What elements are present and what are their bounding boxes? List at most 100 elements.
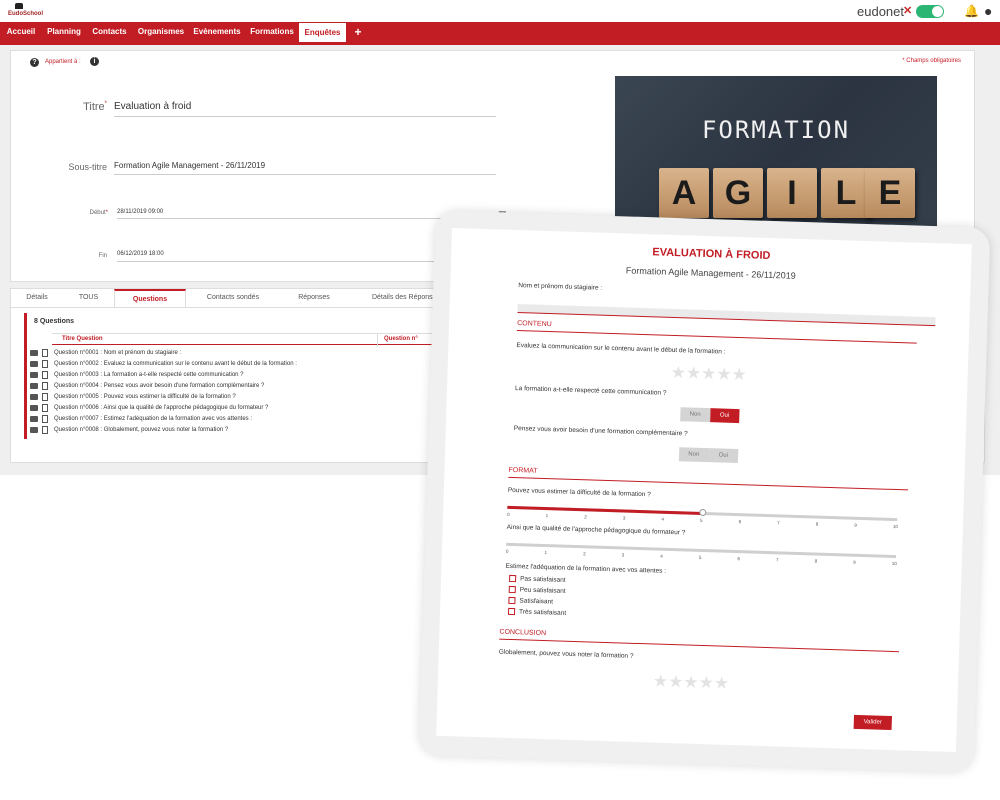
scale-tick: 1 [544, 550, 548, 556]
folder-icon [30, 372, 38, 378]
scale-tick: 9 [853, 559, 856, 565]
besoin-yes-no: Non Oui [678, 447, 739, 464]
note-rating-stars[interactable]: ★★★★★ [653, 671, 730, 693]
debut-label-text: Début [89, 210, 106, 216]
appartient-label: Appartient à : [45, 59, 81, 65]
checkbox[interactable] [509, 574, 517, 583]
question-title: Question n°0002 : Evaluez la communicati… [54, 361, 297, 367]
question-title: Question n°0006 : Ainsi que la qualité d… [54, 405, 269, 411]
section-divider [516, 330, 917, 344]
option-label: Très satisfaisant [518, 608, 567, 617]
communication-rating-stars[interactable]: ★★★★★ [670, 363, 747, 385]
sous-titre-label: Sous-titre [68, 162, 107, 172]
logo-text: EudoSchool [8, 11, 43, 17]
tab-questions[interactable]: Questions [114, 289, 186, 307]
app-logo[interactable]: EudoSchool [8, 3, 43, 20]
table-row[interactable]: Question n°0003 : La formation a-t-elle … [30, 370, 470, 381]
question-communication: Evaluez la communication sur le contenu … [516, 342, 726, 356]
option-pas-satisfaisant[interactable]: Pas satisfaisant [509, 574, 566, 584]
graduation-cap-icon [15, 3, 23, 9]
option-satisfaisant[interactable]: Satisfaisant [508, 596, 554, 606]
nav-tab-formations[interactable]: Formations [245, 22, 299, 42]
table-row[interactable]: Question n°0008 : Globalement, pouvez vo… [30, 425, 470, 436]
respect-yes-button[interactable]: Oui [709, 408, 740, 424]
option-tres-satisfaisant[interactable]: Très satisfaisant [507, 607, 567, 617]
table-row[interactable]: Question n°0004 : Pensez vous avoir beso… [30, 381, 470, 392]
letter-block: A [659, 168, 709, 218]
user-icon[interactable]: ● [984, 3, 992, 19]
debut-field[interactable]: 28/11/2019 09:00 [117, 209, 495, 219]
section-contenu: CONTENU [517, 320, 552, 329]
question-note: Globalement, pouvez vous noter la format… [498, 648, 634, 660]
tab-contacts-sondes[interactable]: Contacts sondés [193, 289, 273, 307]
difficulte-slider-handle[interactable] [699, 508, 707, 517]
info-icon[interactable]: i [90, 57, 99, 66]
nav-tab-organismes[interactable]: Organismes [133, 22, 189, 42]
nav-tab-enquetes[interactable]: Enquêtes [299, 23, 346, 42]
document-icon [42, 349, 48, 357]
nav-add-button[interactable]: + [348, 22, 368, 42]
scale-tick: 5 [698, 554, 702, 560]
scale-tick: 2 [584, 514, 587, 520]
table-row[interactable]: Question n°0007 : Estimez l'adéquation d… [30, 414, 470, 425]
titre-label-text: Titre [83, 101, 105, 113]
question-title: Question n°0004 : Pensez vous avoir beso… [54, 383, 265, 389]
checkbox[interactable] [508, 585, 516, 594]
besoin-yes-button[interactable]: Oui [708, 448, 739, 464]
letter-block: L [821, 168, 871, 218]
main-nav: Accueil Planning Contacts Organismes Evè… [0, 22, 1000, 42]
respect-no-button[interactable]: Non [680, 407, 711, 423]
name-question: Nom et prénom du stagiaire : [518, 282, 603, 292]
document-icon [42, 382, 48, 390]
scale-tick: 2 [583, 551, 586, 557]
question-title: Question n°0005 : Pouvez vous estimer la… [54, 394, 236, 400]
sous-titre-field[interactable]: Formation Agile Management - 26/11/2019 [114, 161, 496, 175]
folder-icon [30, 361, 38, 367]
nav-tab-accueil[interactable]: Accueil [0, 22, 42, 42]
mode-toggle[interactable] [916, 5, 944, 18]
checkbox[interactable] [507, 607, 516, 616]
nav-tab-evenements[interactable]: Evènements [189, 22, 245, 42]
respect-yes-no: Non Oui [680, 407, 740, 424]
col-titre-question[interactable]: Titre Question [62, 336, 103, 342]
scale-tick: 0 [507, 511, 510, 517]
document-icon [42, 393, 48, 401]
table-row[interactable]: Question n°0005 : Pouvez vous estimer la… [30, 392, 470, 403]
letter-block: I [767, 168, 817, 218]
help-icon[interactable]: ? [30, 58, 39, 67]
nav-tab-contacts[interactable]: Contacts [86, 22, 133, 42]
question-title: Question n°0008 : Globalement, pouvez vo… [54, 427, 229, 433]
scale-tick: 5 [699, 517, 703, 523]
brand-mark-icon: ✕ [903, 5, 913, 17]
scale-tick: 7 [777, 520, 780, 526]
folder-icon [30, 416, 38, 422]
scale-tick: 9 [854, 522, 857, 528]
titre-field[interactable]: Evaluation à froid [114, 101, 496, 117]
tab-reponses[interactable]: Réponses [279, 289, 349, 307]
app-root: EudoSchool eudonet ✕ 🔔 ● Accueil Plannin… [0, 0, 1000, 800]
col-separator [377, 334, 378, 346]
checkbox[interactable] [508, 596, 516, 605]
option-label: Peu satisfaisant [519, 586, 566, 595]
option-label: Satisfaisant [519, 597, 554, 606]
table-row[interactable]: Question n°0006 : Ainsi que la qualité d… [30, 403, 470, 414]
scale-tick: 1 [545, 513, 549, 519]
folder-icon [30, 427, 38, 433]
scale-tick: 10 [892, 523, 899, 530]
question-title: Question n°0001 : Nom et prénom du stagi… [54, 350, 182, 356]
table-row[interactable]: Question n°0002 : Evaluez la communicati… [30, 359, 470, 370]
option-peu-satisfaisant[interactable]: Peu satisfaisant [508, 585, 566, 595]
besoin-no-button[interactable]: Non [678, 447, 709, 463]
tab-details[interactable]: Détails [16, 289, 58, 307]
valider-button[interactable]: Valider [853, 714, 892, 731]
question-title: Question n°0003 : La formation a-t-elle … [54, 372, 244, 378]
questions-table-header: Titre Question Question n° [52, 333, 462, 346]
question-title: Question n°0007 : Estimez l'adéquation d… [54, 416, 252, 422]
tab-tous[interactable]: TOUS [66, 289, 111, 307]
bell-icon[interactable]: 🔔 [964, 4, 979, 18]
name-input[interactable] [517, 304, 936, 327]
table-row[interactable]: Question n°0001 : Nom et prénom du stagi… [30, 348, 470, 359]
col-question-num[interactable]: Question n° [384, 336, 418, 342]
scale-tick: 6 [738, 519, 742, 525]
nav-tab-planning[interactable]: Planning [42, 22, 86, 42]
